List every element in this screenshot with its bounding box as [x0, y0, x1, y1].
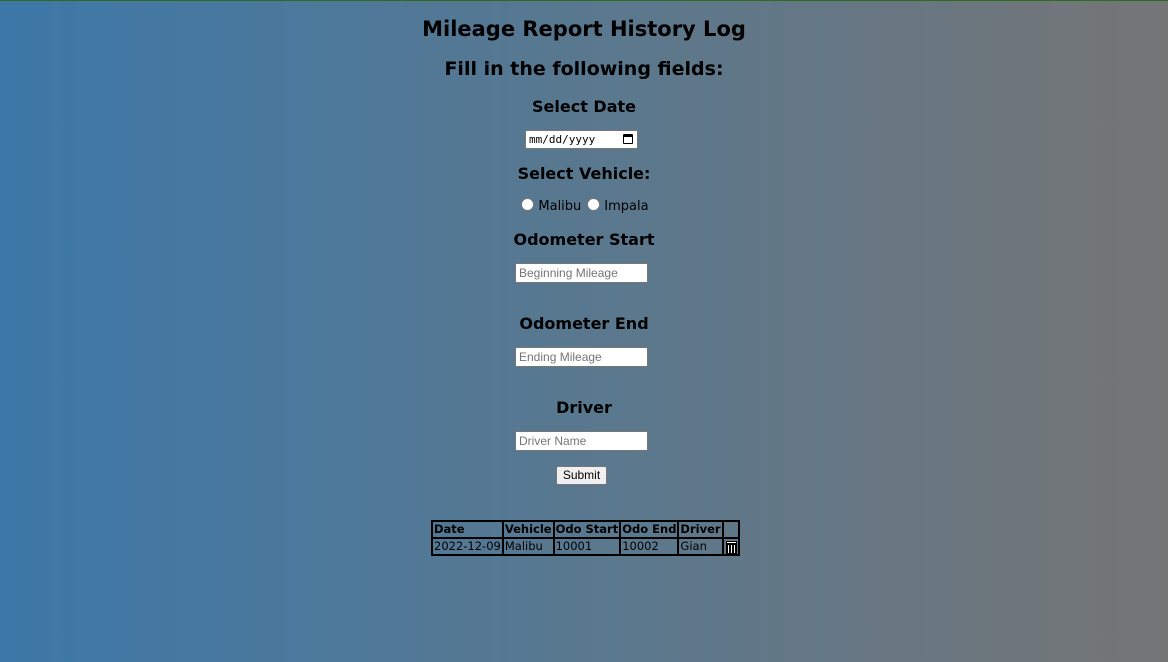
header-driver: Driver: [678, 521, 723, 538]
radio-malibu[interactable]: [521, 198, 535, 211]
driver-input[interactable]: Driver Name: [515, 431, 648, 451]
cell-odo-start: 10001: [553, 538, 621, 555]
radio-impala-label[interactable]: Impala: [604, 199, 648, 214]
trash-icon[interactable]: [725, 540, 737, 554]
date-label: Select Date: [532, 97, 636, 116]
cell-driver: Gian: [678, 538, 723, 555]
form-instructions: Fill in the following fields:: [444, 58, 724, 80]
cell-action: [722, 538, 739, 555]
cell-odo-end: 10002: [620, 538, 679, 555]
calendar-icon[interactable]: [623, 134, 633, 144]
odometer-end-placeholder: Ending Mileage: [519, 350, 602, 364]
date-input[interactable]: mm/dd/yyyy: [525, 130, 638, 149]
header-vehicle: Vehicle: [502, 521, 554, 538]
cell-date: 2022-12-09: [432, 538, 503, 555]
cell-vehicle: Malibu: [502, 538, 554, 555]
vehicle-radio-group: Malibu Impala: [0, 198, 1168, 214]
odometer-start-placeholder: Beginning Mileage: [519, 266, 618, 280]
driver-placeholder: Driver Name: [519, 434, 587, 448]
odometer-end-label: Odometer End: [519, 314, 649, 333]
header-date: Date: [432, 521, 503, 538]
driver-label: Driver: [556, 398, 612, 417]
date-placeholder: mm/dd/yyyy: [529, 133, 596, 146]
header-odo-start: Odo Start: [553, 521, 621, 538]
odometer-start-label: Odometer Start: [513, 230, 655, 249]
radio-impala[interactable]: [587, 198, 601, 211]
radio-malibu-label[interactable]: Malibu: [538, 199, 581, 214]
submit-button[interactable]: Submit: [556, 466, 607, 485]
mileage-log-table: Date Vehicle Odo Start Odo End Driver 20…: [431, 520, 740, 556]
vehicle-label: Select Vehicle:: [517, 164, 651, 183]
odometer-end-input[interactable]: Ending Mileage: [515, 347, 648, 367]
table-header-row: Date Vehicle Odo Start Odo End Driver: [432, 521, 739, 538]
table-row: 2022-12-09 Malibu 10001 10002 Gian: [432, 538, 739, 555]
header-odo-end: Odo End: [620, 521, 679, 538]
page-title: Mileage Report History Log: [422, 17, 746, 41]
header-action: [722, 521, 739, 538]
odometer-start-input[interactable]: Beginning Mileage: [515, 263, 648, 283]
